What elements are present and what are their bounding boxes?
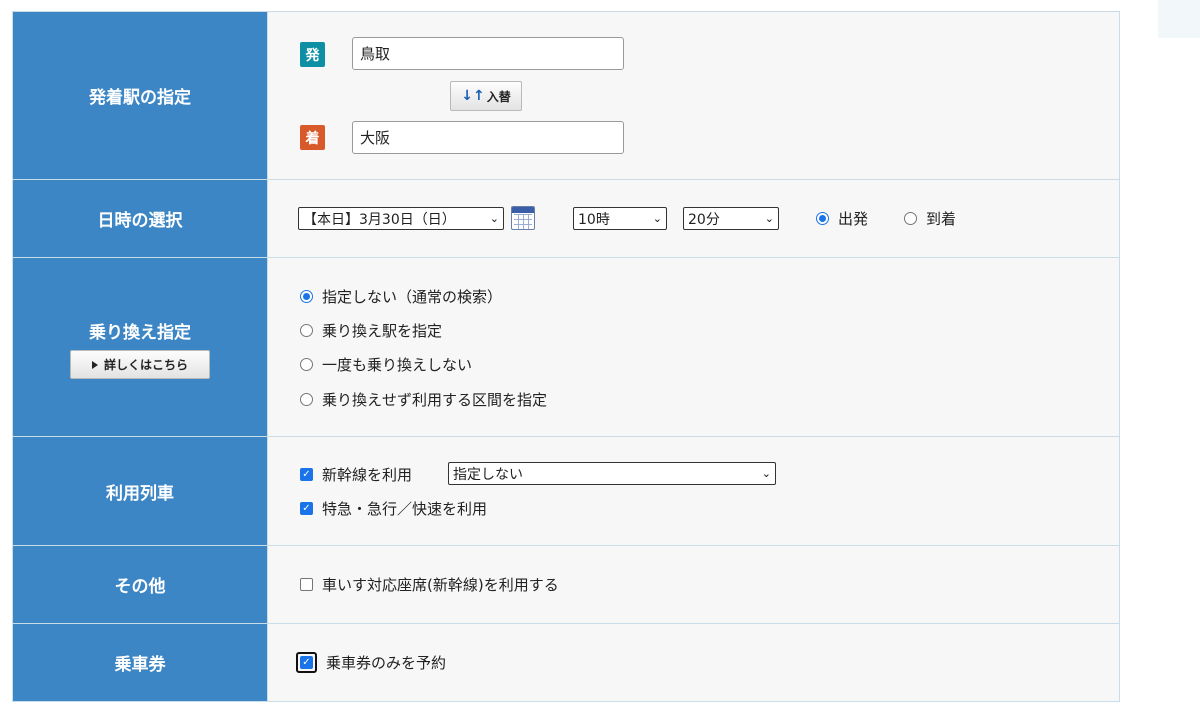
transfer-option-label: 一度も乗り換えしない	[322, 356, 473, 374]
transfer-radio[interactable]	[300, 393, 313, 406]
chevron-down-icon: ⌄	[761, 467, 771, 480]
calendar-icon[interactable]	[511, 206, 535, 230]
transfer-cell: 指定しない（通常の検索） 乗り換え駅を指定 一度も乗り換えしない 乗り換えせず利…	[267, 257, 1120, 437]
wheelchair-label: 車いす対応座席(新幹線)を利用する	[322, 576, 559, 594]
arrival-radio[interactable]	[904, 212, 917, 225]
datetime-cell: 【本日】3月30日（日） ⌄ 10時 ⌄ 20分 ⌄ 出発 到着	[267, 179, 1120, 258]
transfer-option[interactable]: 指定しない（通常の検索）	[300, 286, 502, 307]
departure-radio[interactable]	[816, 212, 829, 225]
corner-decoration	[1158, 0, 1200, 38]
other-cell: 車いす対応座席(新幹線)を利用する	[267, 545, 1120, 624]
express-checkbox-option[interactable]: ✓ 特急・急行／快速を利用	[300, 498, 487, 519]
transfer-radio[interactable]	[300, 324, 313, 337]
transfer-option[interactable]: 乗り換えせず利用する区間を指定	[300, 389, 547, 410]
transfer-label-cell: 乗り換え指定 詳しくはこちら	[12, 257, 268, 437]
transfer-radio[interactable]	[300, 358, 313, 371]
chevron-down-icon: ⌄	[764, 212, 774, 225]
hour-select[interactable]: 10時 ⌄	[573, 207, 667, 230]
departure-station-input[interactable]	[352, 37, 624, 70]
trains-cell: ✓ 新幹線を利用 指定しない ⌄ ✓ 特急・急行／快速を利用	[267, 436, 1120, 546]
shinkansen-select-value: 指定しない	[453, 466, 523, 483]
arrival-radio-option[interactable]: 到着	[904, 208, 956, 229]
date-select[interactable]: 【本日】3月30日（日） ⌄	[298, 207, 504, 230]
departure-badge: 発	[300, 42, 325, 67]
transfer-option[interactable]: 乗り換え駅を指定	[300, 320, 442, 341]
arrival-badge: 着	[300, 125, 325, 150]
transfer-option-label: 指定しない（通常の検索）	[322, 288, 503, 306]
swap-button-label: 入替	[486, 89, 511, 104]
ticket-label: 乗車券	[12, 623, 268, 702]
shinkansen-select[interactable]: 指定しない ⌄	[448, 462, 776, 485]
minute-select-value: 20分	[688, 211, 720, 228]
transfer-option-label: 乗り換え駅を指定	[322, 322, 443, 340]
ticket-cell: ✓ 乗車券のみを予約	[267, 623, 1120, 702]
chevron-down-icon: ⌄	[489, 212, 499, 225]
shinkansen-label: 新幹線を利用	[322, 466, 413, 484]
hour-select-value: 10時	[578, 211, 610, 228]
express-checkbox[interactable]: ✓	[300, 502, 313, 515]
transfer-details-button[interactable]: 詳しくはこちら	[70, 350, 210, 379]
shinkansen-checkbox[interactable]: ✓	[300, 468, 313, 481]
stations-label: 発着駅の指定	[12, 11, 268, 180]
arrival-station-input[interactable]	[352, 121, 624, 154]
express-label: 特急・急行／快速を利用	[322, 500, 488, 518]
arrival-radio-label: 到着	[926, 210, 957, 228]
ticket-only-label: 乗車券のみを予約	[326, 654, 447, 672]
focus-ring: ✓	[296, 652, 317, 673]
transfer-label: 乗り換え指定	[89, 323, 191, 343]
departure-radio-option[interactable]: 出発	[816, 208, 868, 229]
chevron-down-icon: ⌄	[652, 212, 662, 225]
transfer-option-label: 乗り換えせず利用する区間を指定	[322, 391, 548, 409]
ticket-only-checkbox[interactable]: ✓	[300, 656, 313, 669]
wheelchair-checkbox-option[interactable]: 車いす対応座席(新幹線)を利用する	[300, 574, 559, 595]
wheelchair-checkbox[interactable]	[300, 578, 313, 591]
transfer-radio[interactable]	[300, 290, 313, 303]
search-form-table: 発着駅の指定 発 ↓↑ 入替 着 日時の選択 【本日】3月30日（日） ⌄ 10…	[12, 11, 1120, 702]
trains-label: 利用列車	[12, 436, 268, 546]
minute-select[interactable]: 20分 ⌄	[683, 207, 779, 230]
shinkansen-checkbox-option[interactable]: ✓ 新幹線を利用	[300, 464, 412, 485]
swap-button[interactable]: ↓↑ 入替	[450, 81, 522, 111]
play-triangle-icon	[91, 360, 98, 369]
ticket-only-checkbox-option[interactable]: ✓ 乗車券のみを予約	[296, 652, 446, 673]
date-select-value: 【本日】3月30日（日）	[303, 211, 456, 228]
stations-cell: 発 ↓↑ 入替 着	[267, 11, 1120, 180]
transfer-details-label: 詳しくはこちら	[103, 358, 188, 372]
transfer-option[interactable]: 一度も乗り換えしない	[300, 354, 472, 375]
other-label: その他	[12, 545, 268, 624]
departure-radio-label: 出発	[838, 210, 869, 228]
swap-arrows-icon: ↓↑	[461, 88, 485, 104]
datetime-label: 日時の選択	[12, 179, 268, 258]
